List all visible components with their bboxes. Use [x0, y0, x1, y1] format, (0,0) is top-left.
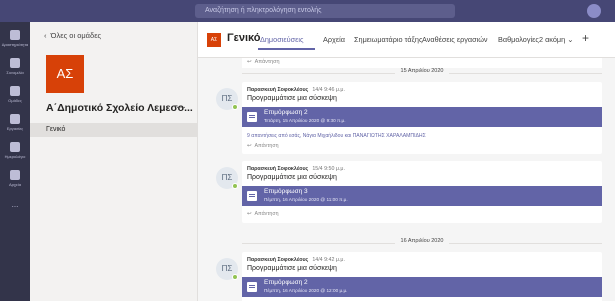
rail-label: Εργασίες — [6, 126, 24, 131]
author-name: Παρασκευή Σοφοκλέους — [247, 87, 309, 93]
chevron-left-icon: ‹ — [44, 31, 51, 40]
tab-files[interactable]: Αρχεία — [323, 35, 345, 44]
rail-item-teams[interactable]: Ομάδες — [0, 82, 30, 108]
status-available-icon — [232, 183, 238, 189]
date-separator: 16 Απριλίου 2020 — [242, 238, 602, 248]
post-time: 14/4 9:46 μ.μ. — [312, 87, 345, 93]
team-name: Α΄Δημοτικό Σχολείο Λεμεσο... — [46, 102, 193, 114]
tab-class-notebook[interactable]: Σημειωματάριο τάξης — [354, 35, 422, 44]
chat-icon — [10, 58, 20, 68]
reply-arrow-icon: ↩ — [247, 211, 252, 217]
status-available-icon — [232, 104, 238, 110]
post-card: Παρασκευή Σοφοκλέους 15/4 9:50 μ.μ. Προγρ… — [242, 161, 602, 223]
rail-label: Ημερολόγιο — [4, 154, 26, 159]
rail-label: Αρχεία — [8, 182, 22, 187]
rail-item-more[interactable]: ... — [0, 194, 30, 220]
post-text: Προγραμμάτισε μια σύσκεψη — [247, 174, 337, 181]
channel-view: ΑΣ Γενικό Δημοσιεύσεις Αρχεία Σημειωματά… — [198, 22, 615, 301]
date-separator-label: 16 Απριλίου 2020 — [394, 238, 450, 244]
date-separator: 15 Απριλίου 2020 — [242, 68, 602, 78]
author-name: Παρασκευή Σοφοκλέους — [247, 166, 309, 172]
post-card: Παρασκευή Σοφοκλέους 14/4 9:42 μ.μ. Προγρ… — [242, 252, 602, 301]
meeting-date: Πέμπτη, 16 Απριλίου 2020 @ 12:00 μ.μ. — [264, 288, 348, 293]
reply-link[interactable]: ↩ Απάντηση — [247, 211, 279, 217]
add-tab-icon[interactable]: + — [582, 31, 589, 45]
reply-arrow-icon: ↩ — [247, 143, 252, 149]
bell-icon — [10, 30, 20, 40]
user-avatar[interactable] — [587, 4, 601, 18]
teams-window: Αναζήτηση ή πληκτρολόγηση εντολής Δραστη… — [0, 0, 615, 301]
calendar-icon — [247, 191, 257, 201]
rail-label: Συνομιλία — [6, 70, 24, 75]
meeting-date: Τετάρτη, 15 Απριλίου 2020 @ 9:30 π.μ. — [264, 118, 346, 123]
post-card: Παρασκευή Σοφοκλέους 14/4 9:46 μ.μ. Προγρ… — [242, 82, 602, 154]
rail-label: Δραστηριότητα — [1, 42, 29, 47]
post-header: Παρασκευή Σοφοκλέους 15/4 9:50 μ.μ. — [247, 166, 345, 172]
meeting-date: Πέμπτη, 16 Απριλίου 2020 @ 11:00 π.μ. — [264, 197, 348, 202]
rail-item-assignments[interactable]: Εργασίες — [0, 110, 30, 136]
rail-item-activity[interactable]: Δραστηριότητα — [0, 26, 30, 52]
active-tab-indicator — [258, 48, 315, 50]
rail-item-chat[interactable]: Συνομιλία — [0, 54, 30, 80]
tab-grades[interactable]: Βαθμολογίες — [498, 35, 539, 44]
app-rail: Δραστηριότητα Συνομιλία Ομάδες Εργασίες … — [0, 22, 30, 301]
meeting-title: Επιμόρφωση 2 — [264, 109, 308, 116]
rail-item-calendar[interactable]: Ημερολόγιο — [0, 138, 30, 164]
reply-link[interactable]: ↩ Απάντηση — [242, 58, 602, 68]
channel-item-general[interactable]: Γενικό — [30, 123, 197, 137]
meeting-card[interactable]: Επιμόρφωση 2 Τετάρτη, 15 Απριλίου 2020 @… — [242, 107, 602, 127]
meeting-card[interactable]: Επιμόρφωση 2 Πέμπτη, 16 Απριλίου 2020 @ … — [242, 277, 602, 297]
rail-item-files[interactable]: Αρχεία — [0, 166, 30, 192]
teams-icon — [10, 86, 20, 96]
rail-label: ... — [11, 200, 19, 209]
post-time: 14/4 9:42 μ.μ. — [312, 257, 345, 263]
search-input[interactable]: Αναζήτηση ή πληκτρολόγηση εντολής — [195, 4, 455, 18]
reply-label: Απάντηση — [254, 211, 279, 217]
assignments-icon — [10, 114, 20, 124]
meeting-title: Επιμόρφωση 2 — [264, 279, 308, 286]
team-panel: ‹ Όλες οι ομάδες ΑΣ Α΄Δημοτικό Σχολείο Λ… — [30, 22, 198, 301]
replies-summary-link[interactable]: 9 απαντήσεις από εσάς, Νάγια Μιχαήλιδου … — [247, 133, 426, 139]
post-time: 15/4 9:50 μ.μ. — [312, 166, 345, 172]
status-available-icon — [232, 274, 238, 280]
channel-title: Γενικό — [227, 32, 261, 44]
post-text: Προγραμμάτισε μια σύσκεψη — [247, 265, 337, 272]
back-label: Όλες οι ομάδες — [50, 31, 102, 40]
tab-assignments[interactable]: Αναθέσεις εργασιών — [422, 35, 488, 44]
reply-link[interactable]: ↩ Απάντηση — [247, 143, 279, 149]
tab-posts[interactable]: Δημοσιεύσεις — [260, 35, 303, 44]
post-text: Προγραμμάτισε μια σύσκεψη — [247, 95, 337, 102]
calendar-icon — [10, 142, 20, 152]
tab-more[interactable]: 2 ακόμη ⌄ — [539, 35, 573, 44]
channel-header: ΑΣ Γενικό Δημοσιεύσεις Αρχεία Σημειωματά… — [198, 22, 615, 58]
files-icon — [10, 170, 20, 180]
back-to-teams-link[interactable]: ‹ Όλες οι ομάδες — [44, 31, 101, 40]
reply-arrow-icon: ↩ — [247, 59, 252, 65]
top-bar: Αναζήτηση ή πληκτρολόγηση εντολής — [0, 0, 615, 22]
team-logo: ΑΣ — [46, 55, 84, 93]
calendar-icon — [247, 282, 257, 292]
reply-label: Απάντηση — [254, 59, 280, 65]
post-header: Παρασκευή Σοφοκλέους 14/4 9:46 μ.μ. — [247, 87, 345, 93]
rail-label: Ομάδες — [8, 98, 22, 103]
channel-badge: ΑΣ — [207, 33, 221, 47]
more-options-icon[interactable]: ··· — [176, 102, 186, 113]
meeting-card[interactable]: Επιμόρφωση 3 Πέμπτη, 16 Απριλίου 2020 @ … — [242, 186, 602, 206]
meeting-title: Επιμόρφωση 3 — [264, 188, 308, 195]
posts-feed[interactable]: ↩ Απάντηση 15 Απριλίου 2020 ΠΣ Παρασκευή … — [198, 58, 615, 301]
post-header: Παρασκευή Σοφοκλέους 14/4 9:42 μ.μ. — [247, 257, 345, 263]
calendar-icon — [247, 112, 257, 122]
reply-label: Απάντηση — [254, 143, 279, 149]
date-separator-label: 15 Απριλίου 2020 — [394, 68, 450, 74]
author-name: Παρασκευή Σοφοκλέους — [247, 257, 309, 263]
